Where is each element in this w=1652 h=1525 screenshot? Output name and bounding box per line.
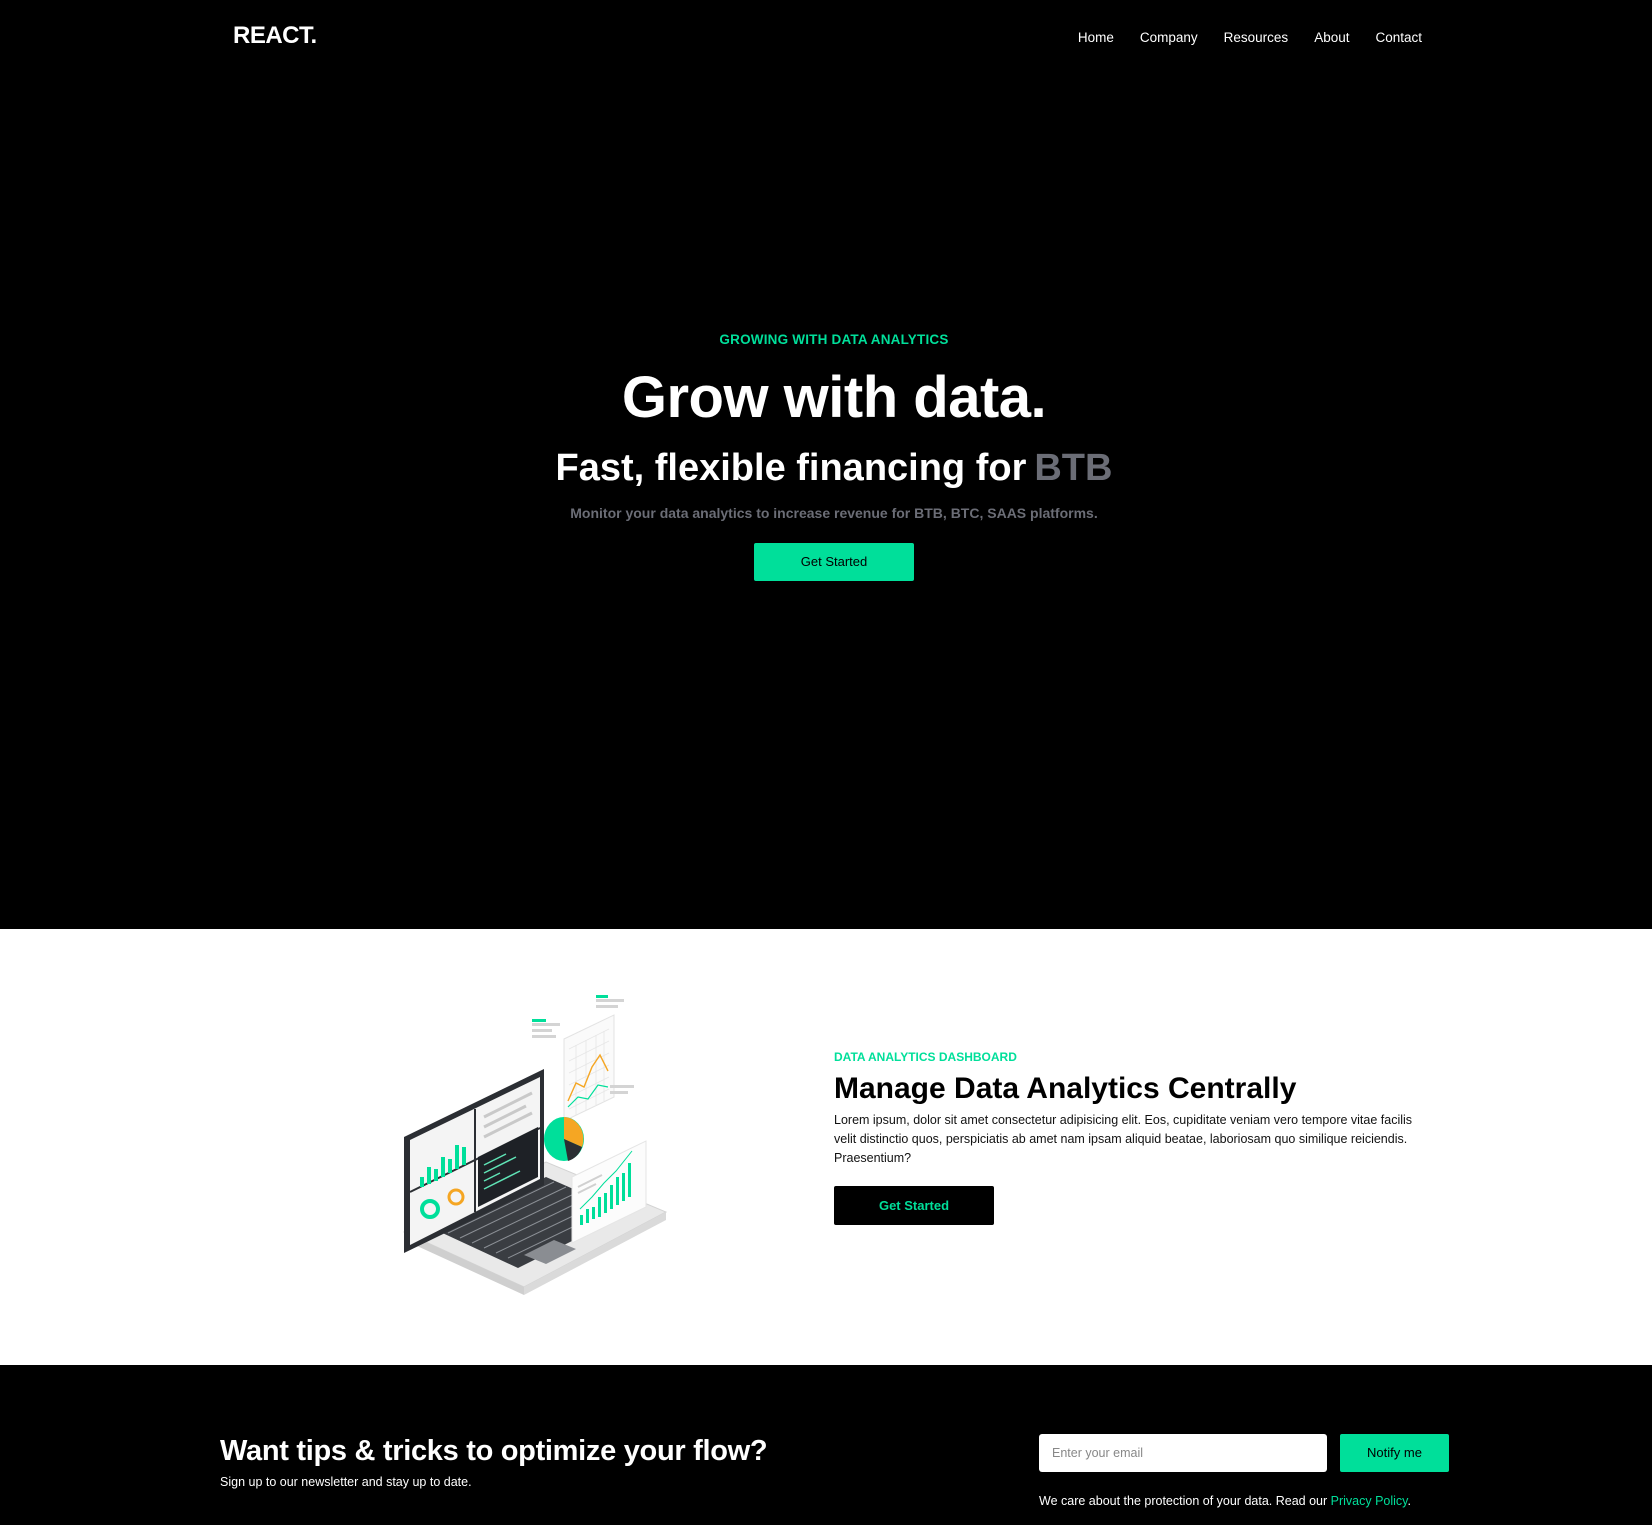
newsletter-title: Want tips & tricks to optimize your flow…	[220, 1435, 768, 1467]
hero-eyebrow: GROWING WITH DATA ANALYTICS	[719, 332, 949, 347]
nav-link-resources[interactable]: Resources	[1224, 30, 1289, 45]
analytics-get-started-button[interactable]: Get Started	[834, 1186, 994, 1225]
email-input[interactable]	[1039, 1434, 1327, 1472]
privacy-notice: We care about the protection of your dat…	[1039, 1494, 1411, 1508]
navbar: REACT. Home Company Resources About Cont…	[0, 0, 1652, 80]
hero-description: Monitor your data analytics to increase …	[570, 505, 1098, 521]
analytics-eyebrow: DATA ANALYTICS DASHBOARD	[834, 1050, 1017, 1064]
nav-link-home[interactable]: Home	[1078, 30, 1114, 45]
newsletter-section: Want tips & tricks to optimize your flow…	[0, 1365, 1652, 1525]
hero-content: GROWING WITH DATA ANALYTICS Grow with da…	[0, 332, 1652, 581]
hero-get-started-button[interactable]: Get Started	[754, 543, 914, 581]
analytics-title: Manage Data Analytics Centrally	[834, 1072, 1297, 1105]
notify-me-button[interactable]: Notify me	[1340, 1434, 1449, 1472]
hero-section: REACT. Home Company Resources About Cont…	[0, 0, 1652, 929]
laptop-analytics-illustration	[396, 987, 676, 1297]
hero-subtitle-prefix: Fast, flexible financing for	[555, 447, 1027, 489]
analytics-text: DATA ANALYTICS DASHBOARD Manage Data Ana…	[834, 1050, 1434, 1225]
nav-link-company[interactable]: Company	[1140, 30, 1198, 45]
privacy-period: .	[1407, 1494, 1411, 1508]
hero-title: Grow with data.	[621, 365, 1047, 430]
floating-pie-chart	[544, 1117, 584, 1161]
hero-subtitle: Fast, flexible financing for BTB	[0, 449, 1652, 487]
nav-link-contact[interactable]: Contact	[1375, 30, 1422, 45]
analytics-body: Lorem ipsum, dolor sit amet consectetur …	[834, 1113, 1413, 1165]
hero-subtitle-accent: BTB	[1034, 447, 1113, 489]
privacy-text: We care about the protection of your dat…	[1039, 1494, 1328, 1508]
floating-line-chart	[563, 1014, 615, 1122]
nav-link-about[interactable]: About	[1314, 30, 1349, 45]
logo[interactable]: REACT.	[233, 22, 317, 50]
newsletter-subtitle: Sign up to our newsletter and stay up to…	[220, 1475, 472, 1489]
nav-links: Home Company Resources About Contact	[1078, 30, 1422, 45]
privacy-policy-link[interactable]: Privacy Policy	[1331, 1494, 1408, 1508]
analytics-section: DATA ANALYTICS DASHBOARD Manage Data Ana…	[0, 929, 1652, 1365]
